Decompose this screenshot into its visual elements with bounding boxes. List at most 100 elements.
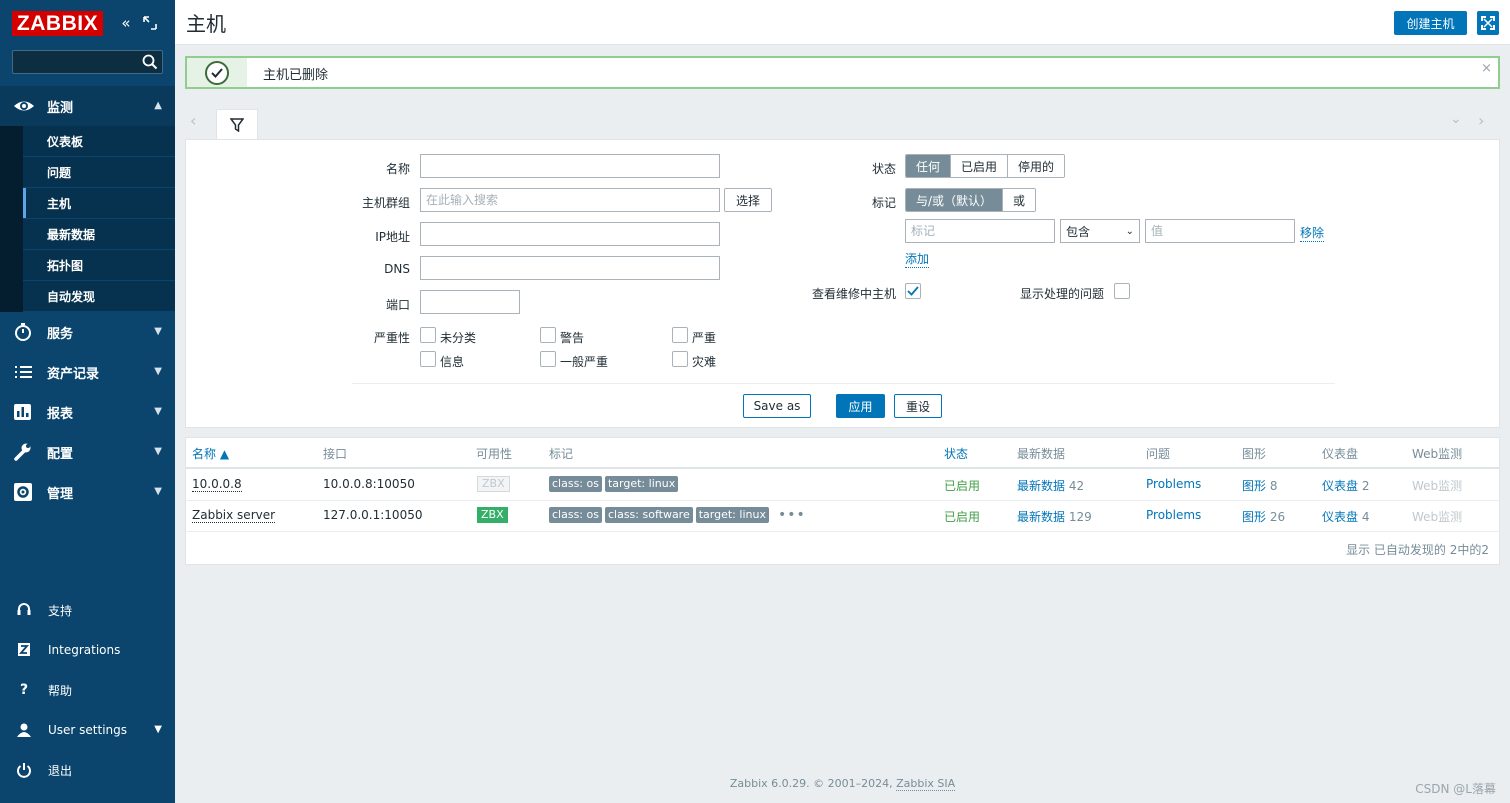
col-availability: 可用性	[476, 447, 513, 461]
col-web: Web监测	[1412, 447, 1463, 461]
select-hostgroup-button[interactable]: 选择	[724, 188, 772, 212]
apply-button[interactable]: 应用	[836, 394, 885, 418]
menu-label: Integrations	[48, 643, 121, 657]
tag-badge[interactable]: target: linux	[604, 476, 679, 492]
col-graphs: 图形	[1242, 447, 1267, 461]
ip-input[interactable]	[420, 222, 720, 246]
submenu-latest-data[interactable]: 最新数据	[23, 219, 175, 250]
menu-signout[interactable]: 退出	[0, 750, 175, 790]
problems-link[interactable]: Problems	[1146, 477, 1201, 491]
filter-tab[interactable]	[216, 109, 258, 140]
dashboards-link[interactable]: 仪表盘	[1322, 510, 1358, 524]
col-interface: 接口	[323, 447, 348, 461]
severity-option-label: 信息	[440, 355, 465, 369]
port-input[interactable]	[420, 290, 520, 314]
tags-cell: class: os class: software target: linux …	[549, 507, 806, 523]
hide-sidebar-icon[interactable]	[142, 14, 158, 32]
submenu-problems[interactable]: 问题	[23, 157, 175, 188]
menu-administration[interactable]: 管理 ▼	[0, 472, 175, 512]
severity-high-checkbox[interactable]	[672, 327, 688, 343]
tag-badge[interactable]: target: linux	[695, 507, 769, 523]
menu-services[interactable]: 服务 ▼	[0, 312, 175, 352]
status-cell[interactable]: 已启用	[944, 477, 980, 494]
zabbix-logo[interactable]: ZABBIX	[12, 11, 103, 36]
submenu-dashboard[interactable]: 仪表板	[23, 126, 175, 157]
stopwatch-icon	[13, 323, 33, 341]
latest-data-link[interactable]: 最新数据	[1017, 510, 1065, 524]
menu-configuration[interactable]: 配置 ▼	[0, 432, 175, 472]
suppressed-checkbox[interactable]	[1114, 283, 1130, 299]
tag-badge[interactable]: class: os	[549, 507, 602, 523]
severity-warning-checkbox[interactable]	[540, 327, 556, 343]
host-name-link[interactable]: 10.0.0.8	[192, 477, 242, 492]
chevron-down-icon: ⌄	[1125, 225, 1134, 237]
submenu-hosts[interactable]: 主机	[23, 188, 175, 219]
remove-tag-link[interactable]: 移除	[1300, 224, 1325, 242]
hostgroup-input[interactable]	[420, 188, 720, 212]
menu-user-settings[interactable]: User settings ▼	[0, 710, 175, 750]
menu-inventory[interactable]: 资产记录 ▼	[0, 352, 175, 392]
tag-badge[interactable]: class: os	[549, 476, 602, 492]
severity-average-checkbox[interactable]	[540, 351, 556, 367]
hosts-table: 名称 ▲ 接口 可用性 标记 状态 最新数据 问题 图形 仪表盘 Web监测 1…	[185, 437, 1500, 565]
create-host-button[interactable]: 创建主机	[1394, 11, 1467, 35]
filter-divider	[352, 383, 1335, 384]
menu-reports[interactable]: 报表 ▼	[0, 392, 175, 432]
tag-and-or[interactable]: 与/或（默认）	[906, 189, 1003, 211]
tag-name-input[interactable]	[905, 219, 1055, 243]
menu-help[interactable]: ? 帮助	[0, 670, 175, 710]
severity-information-checkbox[interactable]	[420, 351, 436, 367]
status-cell[interactable]: 已启用	[944, 508, 980, 525]
collapse-sidebar-icon[interactable]: «	[118, 14, 134, 32]
severity-not-classified-checkbox[interactable]	[420, 327, 436, 343]
status-segmented: 任何 已启用 停用的	[905, 154, 1066, 178]
submenu-discovery[interactable]: 自动发现	[23, 281, 175, 312]
search-input[interactable]	[13, 51, 138, 73]
tab-prev-icon[interactable]: ‹	[190, 111, 196, 130]
zbx-availability-badge: ZBX	[477, 476, 510, 492]
save-as-button[interactable]: Save as	[743, 394, 811, 418]
close-icon[interactable]: ×	[1481, 61, 1492, 76]
more-tags-icon[interactable]: •••	[778, 507, 806, 523]
tag-badge[interactable]: class: software	[604, 507, 693, 523]
message-text: 主机已删除	[263, 68, 329, 83]
latest-data-link[interactable]: 最新数据	[1017, 479, 1065, 493]
col-status[interactable]: 状态	[944, 445, 968, 462]
menu-label: 支持	[48, 603, 73, 618]
host-name-link[interactable]: Zabbix server	[192, 508, 276, 523]
dashboards-count: 2	[1361, 479, 1370, 493]
add-tag-link[interactable]: 添加	[905, 250, 930, 268]
problems-link[interactable]: Problems	[1146, 508, 1201, 522]
search-icon[interactable]	[142, 54, 158, 70]
col-problems: 问题	[1146, 447, 1171, 461]
submenu-maps[interactable]: 拓扑图	[23, 250, 175, 281]
severity-option-label: 警告	[560, 331, 585, 345]
tag-operator-select[interactable]: 包含 ⌄	[1060, 219, 1140, 243]
footer-link[interactable]: Zabbix SIA	[896, 777, 956, 791]
tag-operator-segmented: 与/或（默认） 或	[905, 188, 1037, 212]
status-enabled[interactable]: 已启用	[950, 155, 1008, 177]
dns-input[interactable]	[420, 256, 720, 280]
dashboards-link[interactable]: 仪表盘	[1322, 479, 1358, 493]
menu-monitoring[interactable]: 监测 ▲	[0, 86, 175, 126]
menu-label: User settings	[48, 723, 128, 737]
tag-value-input[interactable]	[1145, 219, 1295, 243]
page-header: 主机 创建主机	[175, 0, 1510, 45]
maintenance-checkbox[interactable]	[905, 283, 921, 299]
graphs-link[interactable]: 图形	[1242, 510, 1266, 524]
status-any[interactable]: 任何	[906, 155, 951, 177]
tags-cell: class: os target: linux	[549, 476, 681, 492]
tab-next-icon[interactable]: ›	[1478, 111, 1484, 130]
kiosk-mode-button[interactable]	[1477, 11, 1499, 35]
menu-support[interactable]: 支持	[0, 590, 175, 630]
graphs-link[interactable]: 图形	[1242, 479, 1266, 493]
reset-button[interactable]: 重设	[894, 394, 942, 418]
tag-or[interactable]: 或	[1002, 189, 1036, 211]
status-disabled[interactable]: 停用的	[1007, 155, 1065, 177]
col-name[interactable]: 名称 ▲	[192, 445, 229, 462]
menu-integrations[interactable]: Integrations	[0, 630, 175, 670]
name-input[interactable]	[420, 154, 720, 178]
watermark: CSDN @L落幕	[1415, 782, 1496, 796]
tab-dropdown-icon[interactable]: ⌄	[1450, 111, 1462, 127]
severity-disaster-checkbox[interactable]	[672, 351, 688, 367]
